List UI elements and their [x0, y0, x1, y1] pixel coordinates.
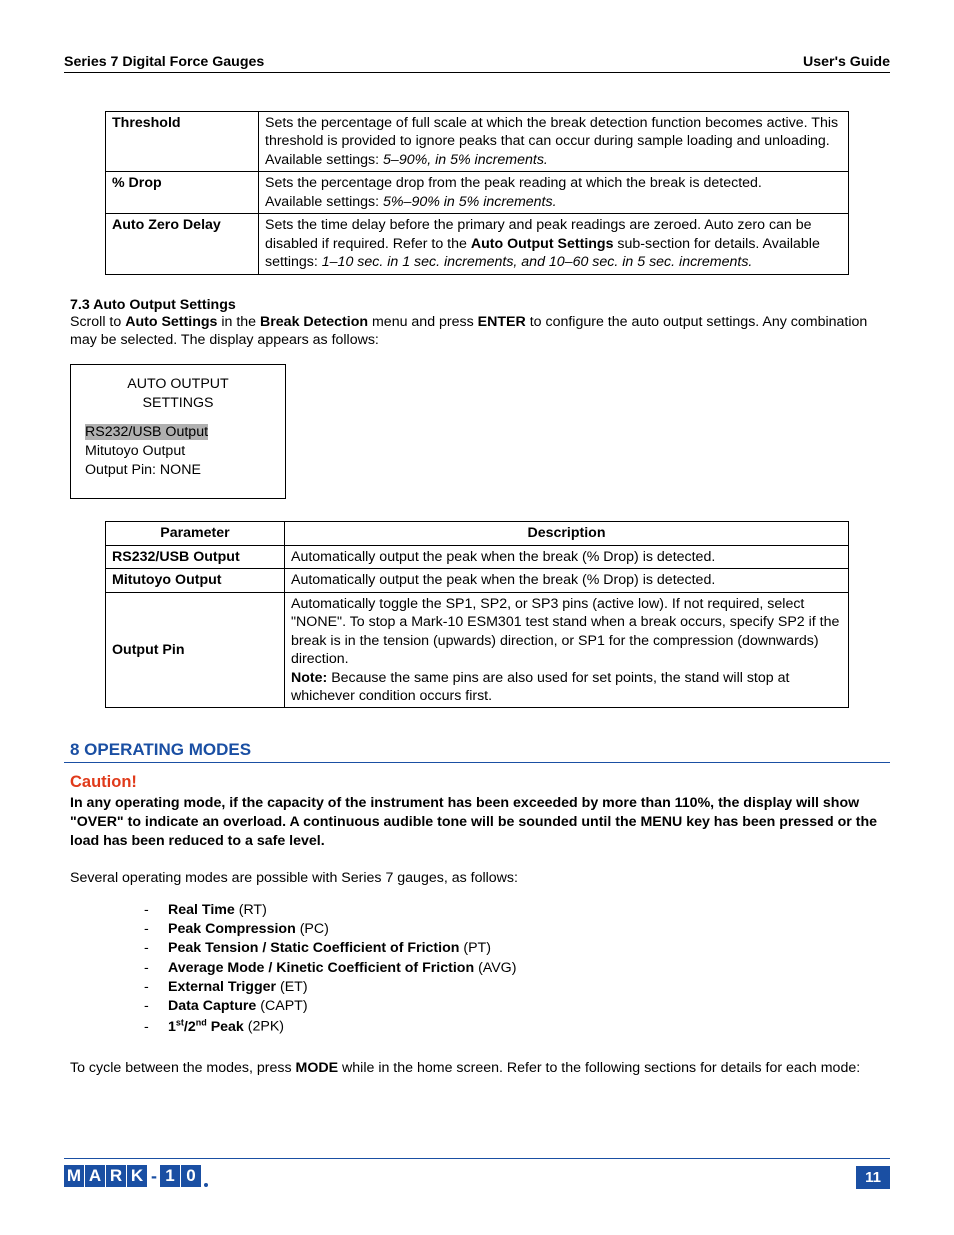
- cell-desc: Sets the time delay before the primary a…: [259, 214, 849, 274]
- page-footer: MARK-10 11: [64, 1158, 890, 1189]
- settings-table-2: Parameter Description RS232/USB Output A…: [105, 521, 849, 708]
- cell-label: Threshold: [106, 112, 259, 172]
- caution-body: In any operating mode, if the capacity o…: [64, 794, 890, 850]
- cell-desc: Automatically output the peak when the b…: [285, 545, 849, 568]
- table-header-row: Parameter Description: [106, 522, 849, 545]
- list-item: -Data Capture (CAPT): [144, 997, 890, 1016]
- cell-desc: Sets the percentage of full scale at whi…: [259, 112, 849, 172]
- cell-label: % Drop: [106, 172, 259, 214]
- list-item: -External Trigger (ET): [144, 978, 890, 997]
- header-right: User's Guide: [803, 54, 890, 70]
- table-row: % Drop Sets the percentage drop from the…: [106, 172, 849, 214]
- settings-table-1: Threshold Sets the percentage of full sc…: [105, 111, 849, 275]
- list-item: -Average Mode / Kinetic Coefficient of F…: [144, 959, 890, 978]
- list-item: -Real Time (RT): [144, 901, 890, 920]
- table-row: Output Pin Automatically toggle the SP1,…: [106, 592, 849, 708]
- cell-desc: Sets the percentage drop from the peak r…: [259, 172, 849, 214]
- cell-desc: Automatically toggle the SP1, SP2, or SP…: [285, 592, 849, 708]
- cell-param: Output Pin: [106, 592, 285, 708]
- col-header: Parameter: [106, 522, 285, 545]
- caution-label: Caution!: [64, 773, 890, 792]
- panel-title: AUTO OUTPUT: [85, 375, 271, 394]
- display-panel: AUTO OUTPUT SETTINGS RS232/USB Output Mi…: [70, 364, 286, 500]
- subsection-heading: 7.3 Auto Output Settings: [64, 297, 890, 313]
- header-left: Series 7 Digital Force Gauges: [64, 54, 264, 70]
- panel-title: SETTINGS: [85, 394, 271, 413]
- page-number: 11: [856, 1166, 890, 1189]
- panel-option: RS232/USB Output: [85, 423, 271, 442]
- panel-option: Output Pin: NONE: [85, 461, 271, 480]
- table-row: RS232/USB Output Automatically output th…: [106, 545, 849, 568]
- body-text: Several operating modes are possible wit…: [64, 869, 890, 887]
- cell-param: RS232/USB Output: [106, 545, 285, 568]
- cell-desc: Automatically output the peak when the b…: [285, 569, 849, 592]
- body-text: Scroll to Auto Settings in the Break Det…: [64, 313, 890, 350]
- page: Series 7 Digital Force Gauges User's Gui…: [0, 0, 954, 1235]
- col-header: Description: [285, 522, 849, 545]
- cell-label: Auto Zero Delay: [106, 214, 259, 274]
- mode-list: -Real Time (RT) -Peak Compression (PC) -…: [64, 901, 890, 1037]
- body-text: To cycle between the modes, press MODE w…: [64, 1059, 890, 1077]
- cell-param: Mitutoyo Output: [106, 569, 285, 592]
- table-row: Mitutoyo Output Automatically output the…: [106, 569, 849, 592]
- list-item: -Peak Compression (PC): [144, 920, 890, 939]
- list-item: -1st/2nd Peak (2PK): [144, 1016, 890, 1037]
- section-heading: 8 OPERATING MODES: [64, 740, 890, 763]
- table-row: Threshold Sets the percentage of full sc…: [106, 112, 849, 172]
- panel-option: Mitutoyo Output: [85, 442, 271, 461]
- mark-10-logo: MARK-10: [64, 1165, 208, 1189]
- table-row: Auto Zero Delay Sets the time delay befo…: [106, 214, 849, 274]
- page-header: Series 7 Digital Force Gauges User's Gui…: [64, 54, 890, 73]
- list-item: -Peak Tension / Static Coefficient of Fr…: [144, 939, 890, 958]
